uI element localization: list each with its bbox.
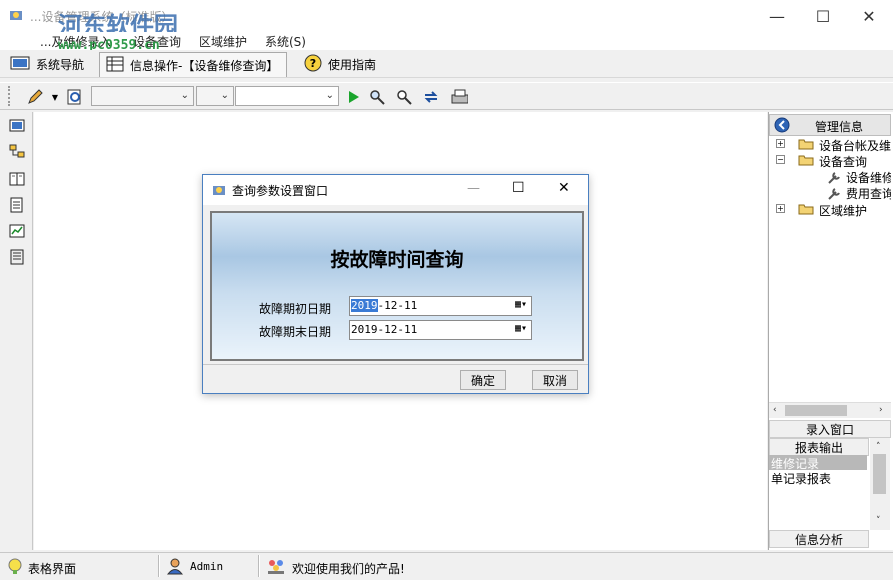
dialog-maximize-button[interactable]: ☐ bbox=[512, 180, 525, 196]
scroll-down-icon[interactable]: ˅ bbox=[876, 516, 881, 526]
nav-tree: + 设备台帐及维 − 设备查询 设备维修 费用查询 + 区域维护 bbox=[776, 138, 891, 222]
monitor-icon bbox=[10, 55, 30, 74]
end-date-value: 2019-12-11 bbox=[351, 323, 418, 336]
filter-combo-1[interactable]: ⌄ bbox=[91, 86, 194, 106]
dialog-title-bar: 查询参数设置窗口 — ☐ ✕ bbox=[203, 175, 588, 205]
tree-item-repair[interactable]: 设备维修 bbox=[846, 169, 891, 186]
status-screen: 表格界面 bbox=[28, 562, 77, 576]
divider bbox=[258, 555, 260, 577]
app-icon bbox=[8, 7, 24, 23]
start-date-rest: -12-11 bbox=[377, 299, 418, 312]
tab-system-nav[interactable]: 系统导航 bbox=[4, 52, 92, 77]
end-date-label: 故障期末日期 bbox=[259, 325, 332, 339]
expander[interactable]: − bbox=[776, 155, 785, 164]
scroll-right-icon[interactable]: › bbox=[879, 405, 883, 415]
title-bar: ...设备管理系统（标准版） 河东软件园 — ☐ ✕ bbox=[0, 0, 893, 40]
monitor-icon[interactable] bbox=[9, 118, 25, 134]
folder-icon bbox=[798, 138, 814, 150]
toolbar-grip[interactable] bbox=[8, 86, 11, 106]
status-user: Admin bbox=[190, 560, 224, 573]
ok-button[interactable]: 确定 bbox=[460, 370, 506, 390]
wrench-icon bbox=[826, 170, 842, 186]
chevron-down-icon: ⌄ bbox=[180, 90, 189, 101]
refresh-icon[interactable] bbox=[422, 88, 440, 106]
chevron-down-icon[interactable]: ▼ bbox=[50, 88, 60, 106]
dialog-close-button[interactable]: ✕ bbox=[558, 180, 570, 196]
scroll-thumb[interactable] bbox=[873, 454, 886, 494]
report-output-button[interactable]: 报表输出 bbox=[769, 438, 869, 456]
query-dialog: 查询参数设置窗口 — ☐ ✕ 按故障时间查询 故障期初日期 2019-12-11… bbox=[202, 174, 589, 394]
menu-item-system[interactable]: 系统(S) bbox=[265, 33, 306, 50]
filter-combo-2[interactable]: ⌄ bbox=[196, 86, 234, 106]
dialog-heading: 按故障时间查询 bbox=[330, 249, 464, 271]
tree-item-ledger[interactable]: 设备台帐及维 bbox=[819, 138, 891, 154]
folder-icon bbox=[798, 203, 814, 215]
cancel-button[interactable]: 取消 bbox=[532, 370, 578, 390]
list-item-single-report[interactable]: 单记录报表 bbox=[769, 470, 867, 486]
right-panel-header: 管理信息 bbox=[769, 114, 891, 136]
expander[interactable]: + bbox=[776, 139, 785, 148]
chevron-down-icon: ⌄ bbox=[220, 90, 229, 101]
divider bbox=[158, 555, 160, 577]
tab-user-guide[interactable]: ? 使用指南 bbox=[298, 52, 384, 77]
tab-label: 系统导航 bbox=[36, 58, 85, 72]
lightbulb-icon bbox=[6, 557, 24, 575]
tab-info-operation[interactable]: 信息操作-【设备维修查询】 bbox=[99, 52, 287, 77]
pencil-icon[interactable] bbox=[26, 88, 44, 106]
collapse-icon[interactable] bbox=[774, 117, 790, 133]
find-icon[interactable] bbox=[368, 88, 386, 106]
list-icon[interactable] bbox=[9, 249, 25, 265]
print-icon[interactable] bbox=[450, 88, 468, 106]
vertical-scrollbar[interactable]: ˄ ˅ bbox=[870, 438, 890, 530]
book-icon[interactable] bbox=[9, 171, 25, 187]
info-analysis-button[interactable]: 信息分析 bbox=[769, 530, 869, 548]
close-button[interactable]: ✕ bbox=[846, 0, 892, 32]
play-icon[interactable] bbox=[344, 88, 362, 106]
end-date-picker[interactable]: 2019-12-11 ▦▾ bbox=[349, 320, 532, 340]
horizontal-scrollbar[interactable]: ‹ › bbox=[769, 402, 891, 418]
calendar-dropdown-icon[interactable]: ▦▾ bbox=[515, 323, 527, 334]
scroll-left-icon[interactable]: ‹ bbox=[773, 405, 777, 415]
folder-open-icon bbox=[798, 154, 814, 166]
tree-structure-icon[interactable] bbox=[9, 144, 25, 160]
divider bbox=[203, 364, 588, 365]
help-icon: ? bbox=[304, 54, 322, 75]
filter-combo-3[interactable]: ⌄ bbox=[235, 86, 339, 106]
app-icon bbox=[211, 182, 227, 198]
tree-item-equipment-query[interactable]: 设备查询 bbox=[819, 153, 867, 170]
users-group-icon bbox=[266, 557, 286, 575]
right-panel-title: 管理信息 bbox=[815, 120, 864, 134]
scroll-thumb[interactable] bbox=[785, 405, 847, 416]
dialog-title: 查询参数设置窗口 bbox=[232, 184, 329, 198]
tab-label: 使用指南 bbox=[328, 58, 377, 72]
entry-window-button[interactable]: 录入窗口 bbox=[769, 420, 891, 438]
calendar-dropdown-icon[interactable]: ▦▾ bbox=[515, 299, 527, 310]
dialog-minimize-button[interactable]: — bbox=[467, 181, 480, 196]
document-icon[interactable] bbox=[9, 197, 25, 213]
find-next-icon[interactable] bbox=[395, 88, 413, 106]
chart-icon[interactable] bbox=[9, 223, 25, 239]
expander[interactable]: + bbox=[776, 204, 785, 213]
preview-icon[interactable] bbox=[66, 88, 84, 106]
status-bar: 表格界面 Admin 欢迎使用我们的产品! bbox=[0, 552, 893, 580]
minimize-button[interactable]: — bbox=[754, 0, 800, 32]
user-icon bbox=[166, 557, 184, 575]
scroll-up-icon[interactable]: ˄ bbox=[876, 442, 881, 452]
start-date-picker[interactable]: 2019-12-11 ▦▾ bbox=[349, 296, 532, 316]
start-year-selected: 2019 bbox=[351, 299, 378, 312]
tree-item-region[interactable]: 区域维护 bbox=[819, 202, 867, 219]
start-date-label: 故障期初日期 bbox=[259, 302, 332, 316]
list-item-repair-record[interactable]: 维修记录 bbox=[769, 455, 867, 471]
dialog-content-panel: 按故障时间查询 故障期初日期 2019-12-11 ▦▾ 故障期末日期 2019… bbox=[210, 211, 584, 361]
tab-label: 信息操作-【设备维修查询】 bbox=[130, 58, 279, 73]
menu-item-region[interactable]: 区域维护 bbox=[199, 33, 247, 50]
status-welcome: 欢迎使用我们的产品! bbox=[292, 562, 405, 576]
chevron-down-icon: ⌄ bbox=[325, 90, 334, 101]
table-icon bbox=[106, 56, 124, 75]
svg-text:?: ? bbox=[310, 57, 316, 70]
maximize-button[interactable]: ☐ bbox=[800, 0, 846, 32]
tree-item-cost[interactable]: 费用查询 bbox=[846, 185, 891, 202]
wrench-icon bbox=[826, 186, 842, 202]
